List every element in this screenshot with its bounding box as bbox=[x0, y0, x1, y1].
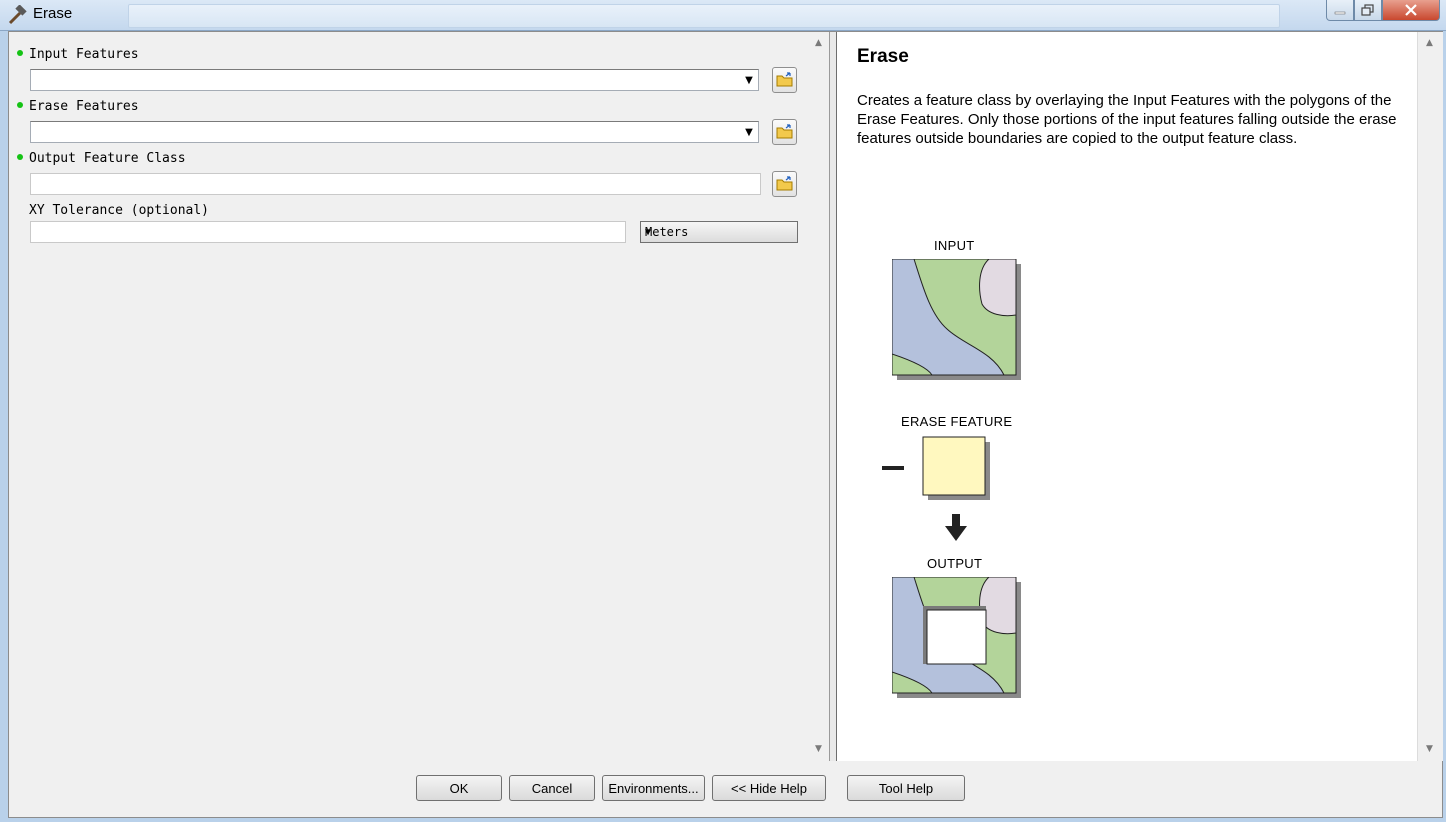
help-scrollbar[interactable]: ▲ ▼ bbox=[1417, 32, 1443, 761]
window-controls bbox=[1326, 0, 1440, 21]
output-feature-class-field[interactable] bbox=[30, 173, 761, 195]
input-features-browse-button[interactable] bbox=[772, 67, 797, 93]
erase-feature-illustration bbox=[882, 436, 990, 500]
hammer-icon bbox=[6, 4, 28, 25]
cancel-button[interactable]: Cancel bbox=[509, 775, 595, 801]
required-indicator bbox=[17, 154, 23, 160]
output-feature-class-label: Output Feature Class bbox=[29, 151, 186, 166]
input-polygons-illustration bbox=[892, 259, 1021, 380]
illustration-erase-label: ERASE FEATURE bbox=[901, 414, 1013, 429]
illustration-output-label: OUTPUT bbox=[927, 556, 983, 571]
illustration-input-label: INPUT bbox=[934, 238, 975, 253]
output-polygons-illustration bbox=[892, 577, 1021, 698]
title-bar: Erase bbox=[0, 0, 1446, 31]
chevron-down-icon[interactable]: ▼ bbox=[740, 122, 758, 142]
required-indicator bbox=[17, 102, 23, 108]
parameters-scrollbar[interactable]: ▲ ▼ bbox=[811, 32, 829, 761]
erase-features-browse-button[interactable] bbox=[772, 119, 797, 145]
open-folder-icon bbox=[776, 176, 792, 191]
output-feature-class-browse-button[interactable] bbox=[772, 171, 797, 197]
minimize-icon bbox=[1334, 11, 1346, 15]
close-button[interactable] bbox=[1382, 0, 1440, 21]
help-description: Creates a feature class by overlaying th… bbox=[857, 92, 1397, 147]
ok-button[interactable]: OK bbox=[416, 775, 502, 801]
open-folder-icon bbox=[776, 72, 792, 87]
hide-help-button[interactable]: << Hide Help bbox=[712, 775, 826, 801]
maximize-icon bbox=[1361, 4, 1374, 16]
help-title: Erase bbox=[857, 46, 909, 67]
dialog-client: Input Features ▼ Erase Features ▼ Output… bbox=[8, 31, 1443, 818]
chevron-down-icon[interactable]: ▼ bbox=[740, 70, 758, 90]
scroll-down-icon[interactable]: ▼ bbox=[1426, 744, 1433, 754]
xy-tolerance-units-select[interactable]: Meters ▼ bbox=[640, 221, 798, 243]
background-field bbox=[128, 4, 1280, 28]
scroll-down-icon[interactable]: ▼ bbox=[815, 744, 822, 754]
required-indicator bbox=[17, 50, 23, 56]
scroll-up-icon[interactable]: ▲ bbox=[815, 38, 822, 48]
environments-button[interactable]: Environments... bbox=[602, 775, 705, 801]
scroll-up-icon[interactable]: ▲ bbox=[1426, 38, 1433, 48]
tool-help-button[interactable]: Tool Help bbox=[847, 775, 965, 801]
parameters-pane: Input Features ▼ Erase Features ▼ Output… bbox=[9, 32, 811, 761]
arrow-down-icon bbox=[945, 514, 967, 541]
window-title: Erase bbox=[33, 5, 73, 22]
background-tab bbox=[90, 6, 120, 22]
open-folder-icon bbox=[776, 124, 792, 139]
maximize-button[interactable] bbox=[1354, 0, 1382, 21]
input-features-label: Input Features bbox=[29, 47, 139, 62]
xy-tolerance-label: XY Tolerance (optional) bbox=[29, 203, 210, 218]
input-features-combo[interactable]: ▼ bbox=[30, 69, 759, 91]
close-icon bbox=[1405, 4, 1417, 16]
help-pane: Erase Creates a feature class by overlay… bbox=[837, 32, 1417, 761]
xy-tolerance-field[interactable] bbox=[30, 221, 626, 243]
erase-features-combo[interactable]: ▼ bbox=[30, 121, 759, 143]
chevron-down-icon: ▼ bbox=[645, 227, 652, 238]
erase-features-label: Erase Features bbox=[29, 99, 139, 114]
minimize-button[interactable] bbox=[1326, 0, 1354, 21]
